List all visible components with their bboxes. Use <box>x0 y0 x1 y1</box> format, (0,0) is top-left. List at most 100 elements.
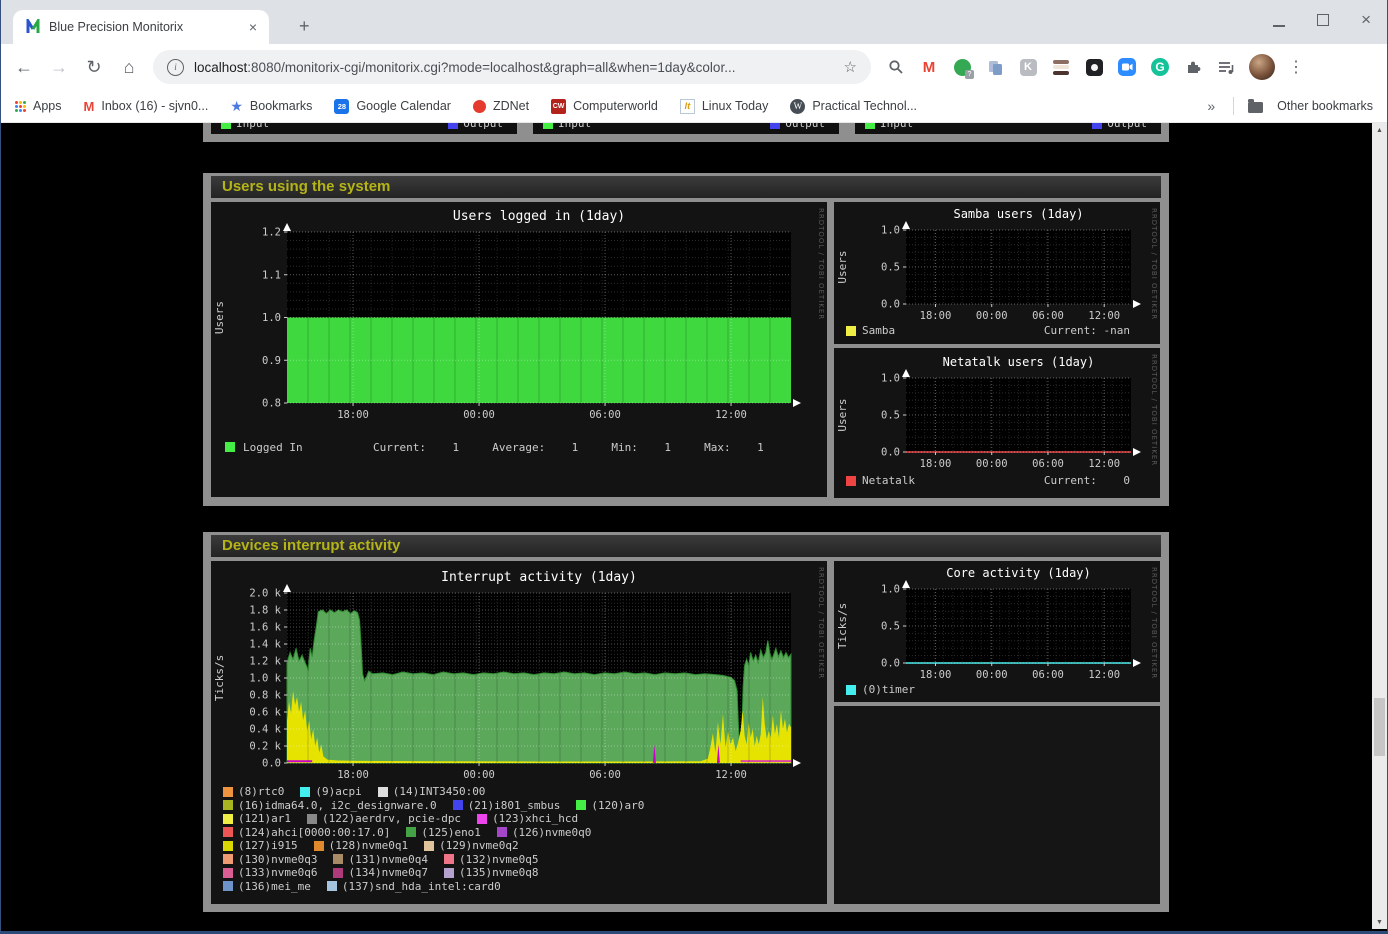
toolbar: ← → ↻ ⌂ i localhost:8080/monitorix-cgi/m… <box>1 44 1387 90</box>
legend-item: (9)acpi <box>300 785 361 798</box>
profile-avatar[interactable] <box>1249 54 1275 80</box>
users-section: Users using the system 0.80.91.01.11.218… <box>203 173 1169 506</box>
legend-swatch <box>543 123 553 129</box>
copy-pages-icon[interactable] <box>985 57 1005 77</box>
legend-label: (129)nvme0q2 <box>439 839 518 852</box>
legend-item: (130)nvme0q3 <box>223 853 317 866</box>
legend-label: Logged In <box>243 441 303 454</box>
legend-label: (0)timer <box>862 683 915 696</box>
svg-text:1.0: 1.0 <box>881 225 900 237</box>
legend-item: (134)nvme0q7 <box>333 866 427 879</box>
legend-item: (132)nvme0q5 <box>444 853 538 866</box>
bookmark-star-icon[interactable]: ☆ <box>844 58 857 76</box>
legend-swatch <box>846 326 856 336</box>
grammarly-icon[interactable]: G <box>1150 57 1170 77</box>
svg-text:Core activity (1day): Core activity (1day) <box>946 566 1091 580</box>
maximize-icon[interactable] <box>1317 14 1329 26</box>
minimize-icon[interactable] <box>1273 13 1285 27</box>
svg-text:0.5: 0.5 <box>881 410 900 422</box>
bookmark-item[interactable]: Apps <box>15 99 62 113</box>
network-graph-partial[interactable]: InputOutput <box>533 123 839 134</box>
legend-label: (121)ar1 <box>238 812 291 825</box>
kite-glyph: K <box>1020 59 1037 76</box>
kite-icon[interactable]: K <box>1018 57 1038 77</box>
new-tab-button[interactable]: + <box>299 16 310 37</box>
interrupt-activity-graph[interactable]: 2.0 k1.8 k1.6 k1.4 k1.2 k1.0 k0.8 k0.6 k… <box>211 561 827 904</box>
forward-icon[interactable]: → <box>48 57 70 78</box>
bookmark-item[interactable]: CWComputerworld <box>551 99 658 114</box>
voice-icon[interactable]: ? <box>952 57 972 77</box>
divider <box>1233 97 1234 115</box>
rrdtool-credit: RRDTOOL / TOBI OETIKER <box>817 567 825 679</box>
network-graph-partial[interactable]: InputOutput <box>855 123 1161 134</box>
back-icon[interactable]: ← <box>13 57 35 78</box>
stack-icon[interactable] <box>1051 57 1071 77</box>
wordpress-icon: W <box>790 99 805 114</box>
legend-swatch <box>223 881 233 891</box>
scrollbar-thumb[interactable] <box>1374 698 1385 756</box>
legend-swatch <box>223 827 233 837</box>
url-text[interactable]: localhost:8080/monitorix-cgi/monitorix.c… <box>194 60 834 75</box>
bookmark-item[interactable]: WPractical Technol... <box>790 99 917 114</box>
lamp-icon[interactable] <box>1084 57 1104 77</box>
tab-title: Blue Precision Monitorix <box>49 20 241 34</box>
scrollbar[interactable]: ▲ ▼ <box>1372 123 1387 929</box>
svg-text:Interrupt activity (1day): Interrupt activity (1day) <box>441 570 637 585</box>
legend-swatch <box>300 787 310 797</box>
bookmarks-overflow-icon[interactable]: » <box>1207 98 1215 114</box>
browser-tab[interactable]: Blue Precision Monitorix × <box>13 10 269 44</box>
netatalk-users-graph[interactable]: 0.00.51.018:0000:0006:0012:00Netatalk us… <box>834 348 1160 498</box>
bookmark-item[interactable]: ltLinux Today <box>680 99 769 114</box>
scroll-up-icon[interactable]: ▲ <box>1372 123 1387 137</box>
other-bookmarks-label[interactable]: Other bookmarks <box>1277 99 1373 113</box>
legend-item: (21)i801_smbus <box>453 799 561 812</box>
search-icon[interactable] <box>886 57 906 77</box>
page-info-icon[interactable]: i <box>167 59 184 76</box>
bookmark-label: Inbox (16) - sjvn0... <box>101 99 208 113</box>
network-graph-partial[interactable]: InputOutput <box>211 123 517 134</box>
tab-close-icon[interactable]: × <box>249 20 257 34</box>
legend-swatch <box>497 827 507 837</box>
legend-swatch <box>424 841 434 851</box>
legend-item: (121)ar1 <box>223 812 291 825</box>
legend-swatch <box>223 868 233 878</box>
bookmark-item[interactable]: MInbox (16) - sjvn0... <box>84 99 209 114</box>
scroll-down-icon[interactable]: ▼ <box>1372 915 1387 929</box>
svg-text:Users: Users <box>213 301 226 334</box>
zoom-app-icon[interactable] <box>1117 57 1137 77</box>
svg-text:1.1: 1.1 <box>262 269 281 281</box>
svg-text:00:00: 00:00 <box>463 409 495 421</box>
extensions-puzzle-icon[interactable] <box>1183 57 1203 77</box>
grammarly-glyph: G <box>1151 58 1169 76</box>
bookmark-item[interactable]: ZDNet <box>473 99 529 113</box>
graph-legend: (0)timer <box>834 683 1160 696</box>
legend-item: (129)nvme0q2 <box>424 839 518 852</box>
reload-icon[interactable]: ↻ <box>83 57 105 78</box>
bookmark-label: Google Calendar <box>356 99 451 113</box>
empty-cell <box>834 706 1160 904</box>
bookmark-label: Linux Today <box>702 99 769 113</box>
close-icon[interactable]: × <box>1361 14 1371 26</box>
legend-label: (132)nvme0q5 <box>459 853 538 866</box>
address-bar[interactable]: i localhost:8080/monitorix-cgi/monitorix… <box>153 50 871 84</box>
browser-menu-icon[interactable]: ⋮ <box>1288 57 1304 77</box>
bookmark-item[interactable]: 28 Google Calendar <box>334 99 451 114</box>
legend-item: (16)idma64.0, i2c_designware.0 <box>223 799 437 812</box>
bookmark-item[interactable]: ★Bookmarks <box>230 98 312 115</box>
bookmark-label: ZDNet <box>493 99 529 113</box>
core-activity-graph[interactable]: 0.00.51.018:0000:0006:0012:00Core activi… <box>834 561 1160 702</box>
legend-item: (124)ahci[0000:00:17.0] <box>223 826 390 839</box>
gmail-icon[interactable]: M <box>919 57 939 77</box>
playlist-icon[interactable] <box>1216 57 1236 77</box>
voice-badge: ? <box>965 70 974 79</box>
svg-text:Netatalk users (1day): Netatalk users (1day) <box>943 355 1095 369</box>
samba-users-graph[interactable]: 0.00.51.018:0000:0006:0012:00Samba users… <box>834 202 1160 344</box>
home-icon[interactable]: ⌂ <box>118 57 140 78</box>
svg-text:0.0: 0.0 <box>262 758 281 770</box>
users-logged-in-graph[interactable]: 0.80.91.01.11.218:0000:0006:0012:00Users… <box>211 202 827 497</box>
legend-label: (137)snd_hda_intel:card0 <box>342 880 501 893</box>
svg-text:1.0: 1.0 <box>881 584 900 596</box>
calendar-icon: 28 <box>334 99 349 114</box>
legend-swatch <box>221 123 231 129</box>
window-controls: × <box>1273 13 1371 27</box>
